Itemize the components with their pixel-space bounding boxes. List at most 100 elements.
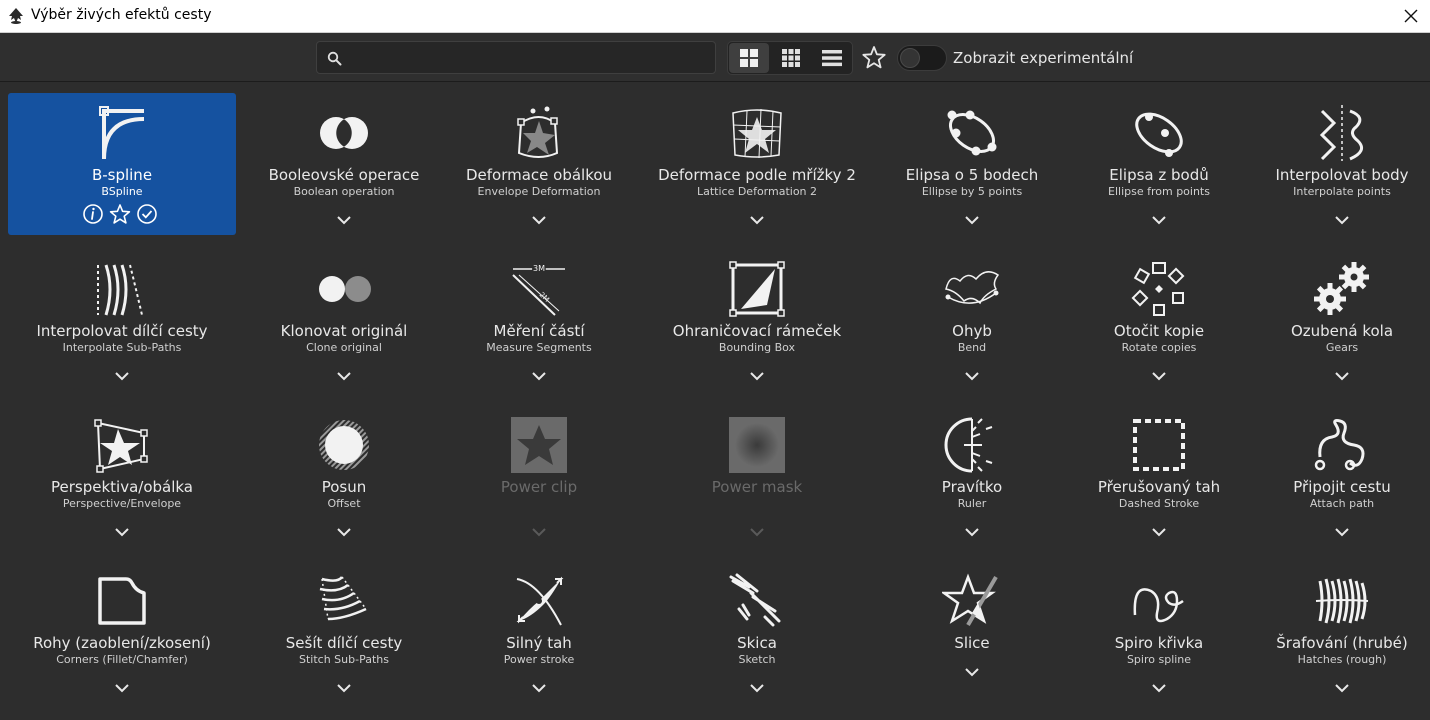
- list-view-button[interactable]: [812, 43, 852, 73]
- effect-name: Deformace obálkou: [465, 166, 613, 184]
- chevron-down-icon[interactable]: [749, 366, 765, 381]
- effect-name: Připojit cestu: [1293, 478, 1391, 496]
- toolbar: Zobrazit experimentální: [0, 33, 1430, 82]
- effect-tile[interactable]: Sešít dílčí cesty Stitch Sub-Paths: [230, 561, 458, 703]
- chevron-down-icon[interactable]: [531, 522, 547, 537]
- chevron-down-icon[interactable]: [749, 522, 765, 537]
- effect-tile[interactable]: Interpolovat dílčí cesty Interpolate Sub-…: [8, 249, 236, 391]
- effect-subtitle: Lattice Deformation 2: [696, 185, 818, 198]
- power-stroke-icon: [509, 571, 569, 631]
- effect-subtitle: Stitch Sub-Paths: [299, 653, 389, 666]
- effect-name: Rohy (zaoblení/zkosení): [33, 634, 211, 652]
- chevron-down-icon[interactable]: [531, 210, 547, 225]
- chevron-down-icon[interactable]: [1151, 366, 1167, 381]
- effect-tile[interactable]: Skica Sketch: [643, 561, 871, 703]
- stitch-subpaths-icon: [314, 571, 374, 631]
- effect-tile[interactable]: B-spline BSpline: [8, 93, 236, 235]
- effect-tile[interactable]: Šrafování (hrubé) Hatches (rough): [1228, 561, 1430, 703]
- experimental-toggle[interactable]: [897, 45, 947, 71]
- search-box[interactable]: [316, 41, 716, 74]
- chevron-down-icon[interactable]: [964, 366, 980, 381]
- window-title: Výběr živých efektů cesty: [31, 7, 212, 23]
- effect-name: Ozubená kola: [1290, 322, 1394, 340]
- effect-name: B-spline: [91, 166, 153, 184]
- effect-subtitle: Corners (Fillet/Chamfer): [56, 653, 188, 666]
- effect-tile[interactable]: Ohraničovací rámeček Bounding Box: [643, 249, 871, 391]
- chevron-down-icon[interactable]: [1151, 678, 1167, 693]
- effect-subtitle: BSpline: [101, 185, 143, 198]
- chevron-down-icon[interactable]: [1334, 366, 1350, 381]
- attach-path-icon: [1312, 415, 1372, 475]
- effect-tile[interactable]: Připojit cestu Attach path: [1228, 405, 1430, 547]
- chevron-down-icon[interactable]: [1334, 678, 1350, 693]
- star-icon[interactable]: [109, 203, 131, 225]
- bounding-box-icon: [727, 259, 787, 319]
- effect-name: Sešít dílčí cesty: [285, 634, 403, 652]
- svg-text:3M: 3M: [533, 264, 545, 273]
- chevron-down-icon[interactable]: [336, 366, 352, 381]
- effect-name: Posun: [321, 478, 367, 496]
- effect-tile[interactable]: Booleovské operace Boolean operation: [230, 93, 458, 235]
- effect-tile[interactable]: Perspektiva/obálka Perspective/Envelope: [8, 405, 236, 547]
- search-input[interactable]: [351, 46, 706, 70]
- effect-subtitle: Measure Segments: [486, 341, 592, 354]
- effect-tile[interactable]: Klonovat originál Clone original: [230, 249, 458, 391]
- chevron-down-icon[interactable]: [114, 678, 130, 693]
- effect-name: Skica: [737, 634, 777, 652]
- effect-subtitle: Perspective/Envelope: [62, 497, 182, 510]
- chevron-down-icon[interactable]: [336, 522, 352, 537]
- effect-tile[interactable]: Interpolovat body Interpolate points: [1228, 93, 1430, 235]
- chevron-down-icon[interactable]: [336, 210, 352, 225]
- info-icon[interactable]: [82, 203, 104, 225]
- effect-tile[interactable]: Silný tah Power stroke: [425, 561, 653, 703]
- effect-tile[interactable]: Rohy (zaoblení/zkosení) Corners (Fillet/C…: [8, 561, 236, 703]
- effect-name: Booleovské operace: [268, 166, 420, 184]
- chevron-down-icon[interactable]: [1334, 522, 1350, 537]
- chevron-down-icon[interactable]: [964, 522, 980, 537]
- chevron-down-icon[interactable]: [531, 366, 547, 381]
- toggle-knob: [900, 48, 920, 68]
- effect-subtitle: Clone original: [306, 341, 382, 354]
- chevron-down-icon[interactable]: [1151, 522, 1167, 537]
- effect-name: Měření částí: [493, 322, 585, 340]
- effect-tile[interactable]: Deformace obálkou Envelope Deformation: [425, 93, 653, 235]
- chevron-down-icon[interactable]: [964, 662, 980, 677]
- effect-tile[interactable]: Deformace podle mřížky 2 Lattice Deformat…: [643, 93, 871, 235]
- close-button[interactable]: [1398, 3, 1424, 29]
- search-icon: [327, 51, 342, 66]
- chevron-down-icon[interactable]: [531, 678, 547, 693]
- effect-subtitle: Attach path: [1309, 497, 1375, 510]
- effects-grid: B-spline BSpline Booleovské operace Boolean…: [0, 82, 1430, 720]
- effect-subtitle: Boolean operation: [293, 185, 395, 198]
- chevron-down-icon[interactable]: [749, 678, 765, 693]
- title-bar: Výběr živých efektů cesty: [0, 0, 1430, 33]
- effect-tile[interactable]: Posun Offset: [230, 405, 458, 547]
- effect-tile[interactable]: Power mask: [643, 405, 871, 547]
- chevron-down-icon[interactable]: [336, 678, 352, 693]
- large-grid-view-button[interactable]: [729, 43, 769, 73]
- measure-segments-icon: 3M 2M: [509, 259, 569, 319]
- effect-tile[interactable]: Ozubená kola Gears: [1228, 249, 1430, 391]
- chevron-down-icon[interactable]: [1151, 210, 1167, 225]
- check-icon[interactable]: [136, 203, 158, 225]
- ellipse-5-points-icon: [942, 103, 1002, 163]
- chevron-down-icon[interactable]: [114, 522, 130, 537]
- ellipse-from-points-icon: [1129, 103, 1189, 163]
- effect-tile[interactable]: Power clip: [425, 405, 653, 547]
- effect-subtitle: Bounding Box: [718, 341, 796, 354]
- effect-name: Perspektiva/obálka: [50, 478, 193, 496]
- effect-name: Klonovat originál: [280, 322, 408, 340]
- small-grid-view-button[interactable]: [771, 43, 811, 73]
- effect-actions: [82, 203, 162, 225]
- perspective-envelope-icon: [92, 415, 152, 475]
- power-clip-icon: [509, 415, 569, 475]
- favorites-star-icon[interactable]: [860, 44, 888, 72]
- corners-icon: [92, 571, 152, 631]
- chevron-down-icon[interactable]: [114, 366, 130, 381]
- chevron-down-icon[interactable]: [749, 210, 765, 225]
- effect-name: Power mask: [711, 478, 803, 496]
- chevron-down-icon[interactable]: [964, 210, 980, 225]
- chevron-down-icon[interactable]: [1334, 210, 1350, 225]
- effect-tile[interactable]: 3M 2M Měření částí Measure Segments: [425, 249, 653, 391]
- effect-subtitle: Interpolate Sub-Paths: [62, 341, 182, 354]
